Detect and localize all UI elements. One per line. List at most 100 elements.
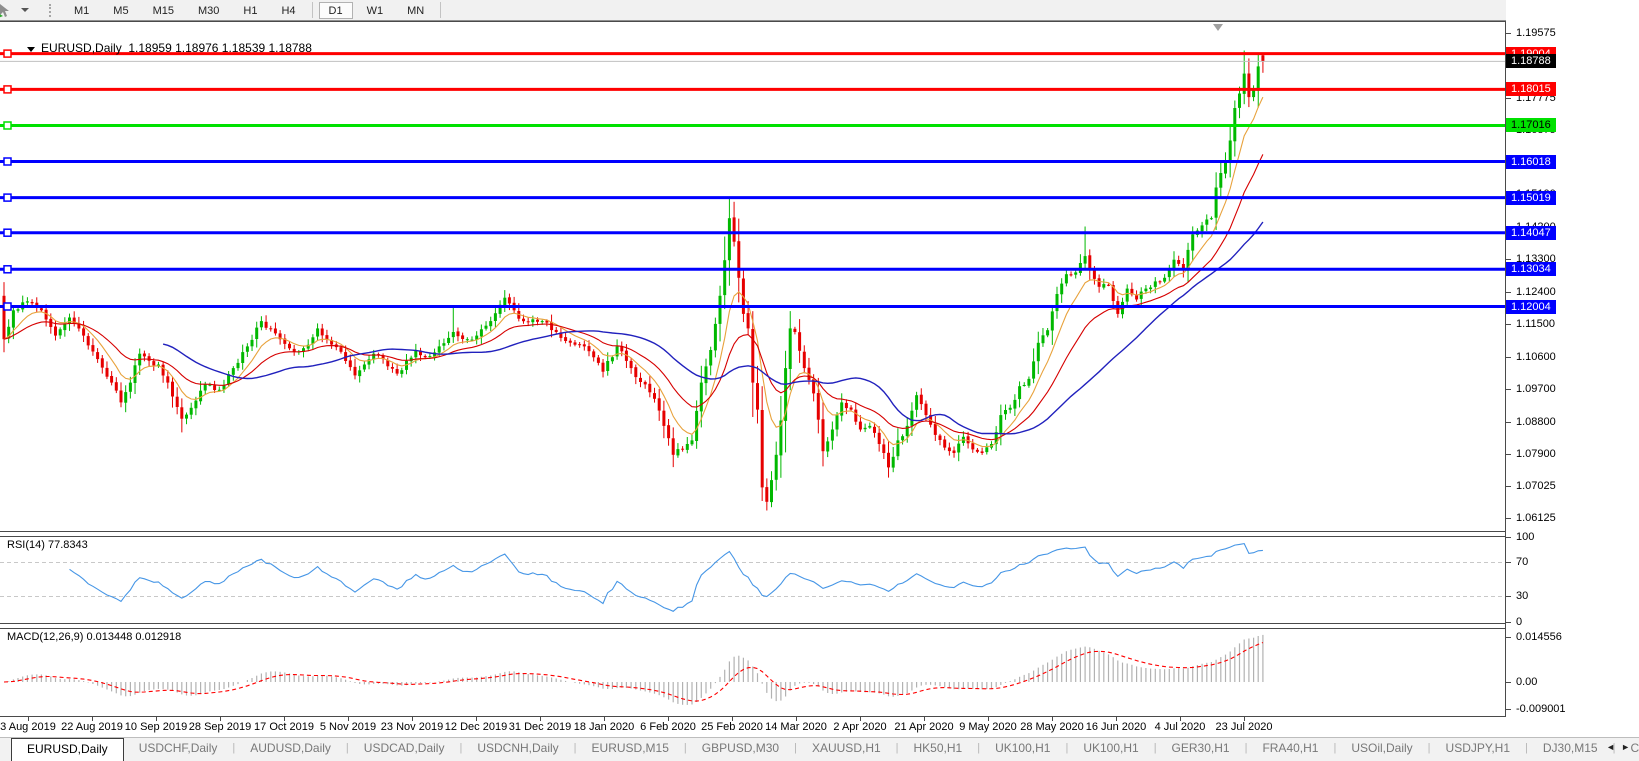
rsi-label: RSI(14) 77.8343 [7, 539, 88, 551]
axis-tick-label: 1.06125 [1516, 512, 1556, 525]
timeframe-button-d1[interactable]: D1 [319, 2, 353, 19]
axis-tick [1506, 562, 1511, 563]
chevron-down-icon[interactable] [27, 47, 35, 52]
date-label: 4 Jul 2020 [1155, 721, 1206, 733]
hline-handle[interactable] [4, 194, 11, 201]
timeframe-button-m1[interactable]: M1 [64, 2, 99, 19]
chart-tab-uk100-h1[interactable]: UK100,H1 [980, 738, 1065, 761]
chart-shift-marker[interactable] [1213, 24, 1223, 31]
date-label: 9 May 2020 [959, 721, 1016, 733]
timeframe-button-w1[interactable]: W1 [357, 2, 394, 19]
axis-tick-label: 1.11500 [1516, 318, 1555, 331]
axis-tick-label: 1.08800 [1516, 416, 1556, 429]
date-label: 16 Jun 2020 [1086, 721, 1147, 733]
tab-scroll-left-icon[interactable]: ◄ [1606, 742, 1621, 752]
chart-tab-xauusd-h1[interactable]: XAUUSD,H1 [797, 738, 896, 761]
price-chart-panel[interactable]: EURUSD,Daily 1.18959 1.18976 1.18539 1.1… [0, 21, 1505, 532]
axis-tick [1506, 596, 1511, 597]
timeframe-toolbar: M1M5 M15M30H1H4 D1W1MN [0, 0, 1639, 21]
chart-tab-usoil-daily[interactable]: USOil,Daily [1336, 738, 1427, 761]
hline-handle[interactable] [4, 266, 11, 273]
date-label: 25 Feb 2020 [701, 721, 763, 733]
axis-tick-label: 0 [1516, 616, 1522, 629]
hline-price-label: 1.12004 [1506, 300, 1556, 314]
hline-handle[interactable] [4, 122, 11, 129]
axis-tick [1506, 33, 1511, 34]
date-label: 6 Feb 2020 [640, 721, 696, 733]
axis-tick-label: 1.12400 [1516, 286, 1556, 299]
chart-tab-hk50-h1[interactable]: HK50,H1 [899, 738, 978, 761]
toolbar-grip [49, 4, 53, 17]
date-label: 12 Dec 2019 [445, 721, 507, 733]
hline-price-label: 1.15019 [1506, 191, 1556, 205]
chart-tab-gbpusd-m30[interactable]: GBPUSD,M30 [687, 738, 794, 761]
right-axis[interactable]: 1.195751.186751.177751.168751.159751.151… [1506, 0, 1639, 761]
date-label: 5 Nov 2019 [320, 721, 376, 733]
chart-tab-eurusd-daily[interactable]: EURUSD,Daily [11, 738, 124, 761]
hline-handle[interactable] [4, 86, 11, 93]
axis-tick [1506, 682, 1511, 683]
chart-title: EURUSD,Daily 1.18959 1.18976 1.18539 1.1… [7, 27, 312, 69]
chart-tab-audusd-daily[interactable]: AUDUSD,Daily [235, 738, 346, 761]
hline-price-label: 1.18015 [1506, 82, 1556, 96]
ma-sma35-line [163, 222, 1263, 434]
rsi-line [70, 544, 1263, 612]
rsi-panel[interactable]: RSI(14) 77.8343 [0, 536, 1505, 624]
date-label: 28 May 2020 [1020, 721, 1084, 733]
hline-handle[interactable] [4, 303, 11, 310]
macd-panel[interactable]: MACD(12,26,9) 0.013448 0.012918 [0, 628, 1505, 717]
timeframe-button-mn[interactable]: MN [397, 2, 434, 19]
axis-tick [1506, 259, 1511, 260]
chart-tab-usdjpy-h1[interactable]: USDJPY,H1 [1431, 738, 1525, 761]
hline-price-label: 1.16018 [1506, 155, 1556, 169]
chart-ohlc-values: 1.18959 1.18976 1.18539 1.18788 [128, 41, 312, 55]
date-label: 3 Aug 2019 [0, 721, 56, 733]
chart-tab-fra40-h1[interactable]: FRA40,H1 [1247, 738, 1333, 761]
chart-symbol: EURUSD,Daily [41, 41, 122, 55]
axis-tick [1506, 292, 1511, 293]
chart-tab-ger30-h1[interactable]: GER30,H1 [1157, 738, 1245, 761]
timeframe-button-h1[interactable]: H1 [233, 2, 267, 19]
axis-tick-label: 100 [1516, 531, 1534, 544]
axis-tick-label: 70 [1516, 556, 1528, 569]
axis-tick [1506, 454, 1511, 455]
chart-cursor-icon[interactable] [0, 3, 12, 18]
timeframe-button-m30[interactable]: M30 [188, 2, 229, 19]
timeframe-button-m15[interactable]: M15 [143, 2, 184, 19]
axis-tick [1506, 357, 1511, 358]
date-label: 21 Apr 2020 [894, 721, 953, 733]
date-label: 23 Nov 2019 [381, 721, 443, 733]
hline-handle[interactable] [4, 158, 11, 165]
chevron-down-icon[interactable] [21, 8, 29, 12]
axis-tick-label: 1.10600 [1516, 351, 1556, 364]
axis-tick [1506, 709, 1511, 710]
timeframe-button-h4[interactable]: H4 [271, 2, 305, 19]
axis-tick-label: 0.00 [1516, 676, 1537, 689]
date-label: 28 Sep 2019 [189, 721, 251, 733]
mt4-window: M1M5 M15M30H1H4 D1W1MN EURUSD,Daily 1.1895… [0, 0, 1639, 761]
hline-price-label: 1.14047 [1506, 226, 1556, 240]
axis-tick-label: 1.09700 [1516, 383, 1556, 396]
date-label: 14 Mar 2020 [765, 721, 827, 733]
chart-tab-uk100-h1[interactable]: UK100,H1 [1068, 738, 1153, 761]
chart-tab-usdcad-daily[interactable]: USDCAD,Daily [349, 738, 460, 761]
axis-tick [1506, 98, 1511, 99]
macd-plot [0, 629, 1505, 716]
chart-tab-dj30-m15[interactable]: DJ30,M15 [1528, 738, 1613, 761]
axis-tick [1506, 622, 1511, 623]
chart-tab-usdchf-daily[interactable]: USDCHF,Daily [124, 738, 233, 761]
hline-handle[interactable] [4, 229, 11, 236]
macd-signal-line [4, 643, 1263, 702]
timeframe-button-m5[interactable]: M5 [103, 2, 138, 19]
bid-price-label: 1.18788 [1506, 54, 1556, 68]
axis-tick-label: 1.19575 [1516, 27, 1556, 40]
chart-tab-usdcnh-daily[interactable]: USDCNH,Daily [462, 738, 573, 761]
date-axis[interactable]: 3 Aug 201922 Aug 201910 Sep 201928 Sep 2… [0, 717, 1505, 737]
axis-tick [1506, 324, 1511, 325]
axis-tick [1506, 422, 1511, 423]
candlestick-chart [0, 22, 1505, 531]
rsi-plot [0, 537, 1505, 623]
chart-tab-eurusd-m15[interactable]: EURUSD,M15 [577, 738, 684, 761]
axis-tick-label: 0.014556 [1516, 631, 1562, 644]
tab-scroll-right-icon[interactable]: ► [1621, 742, 1636, 752]
